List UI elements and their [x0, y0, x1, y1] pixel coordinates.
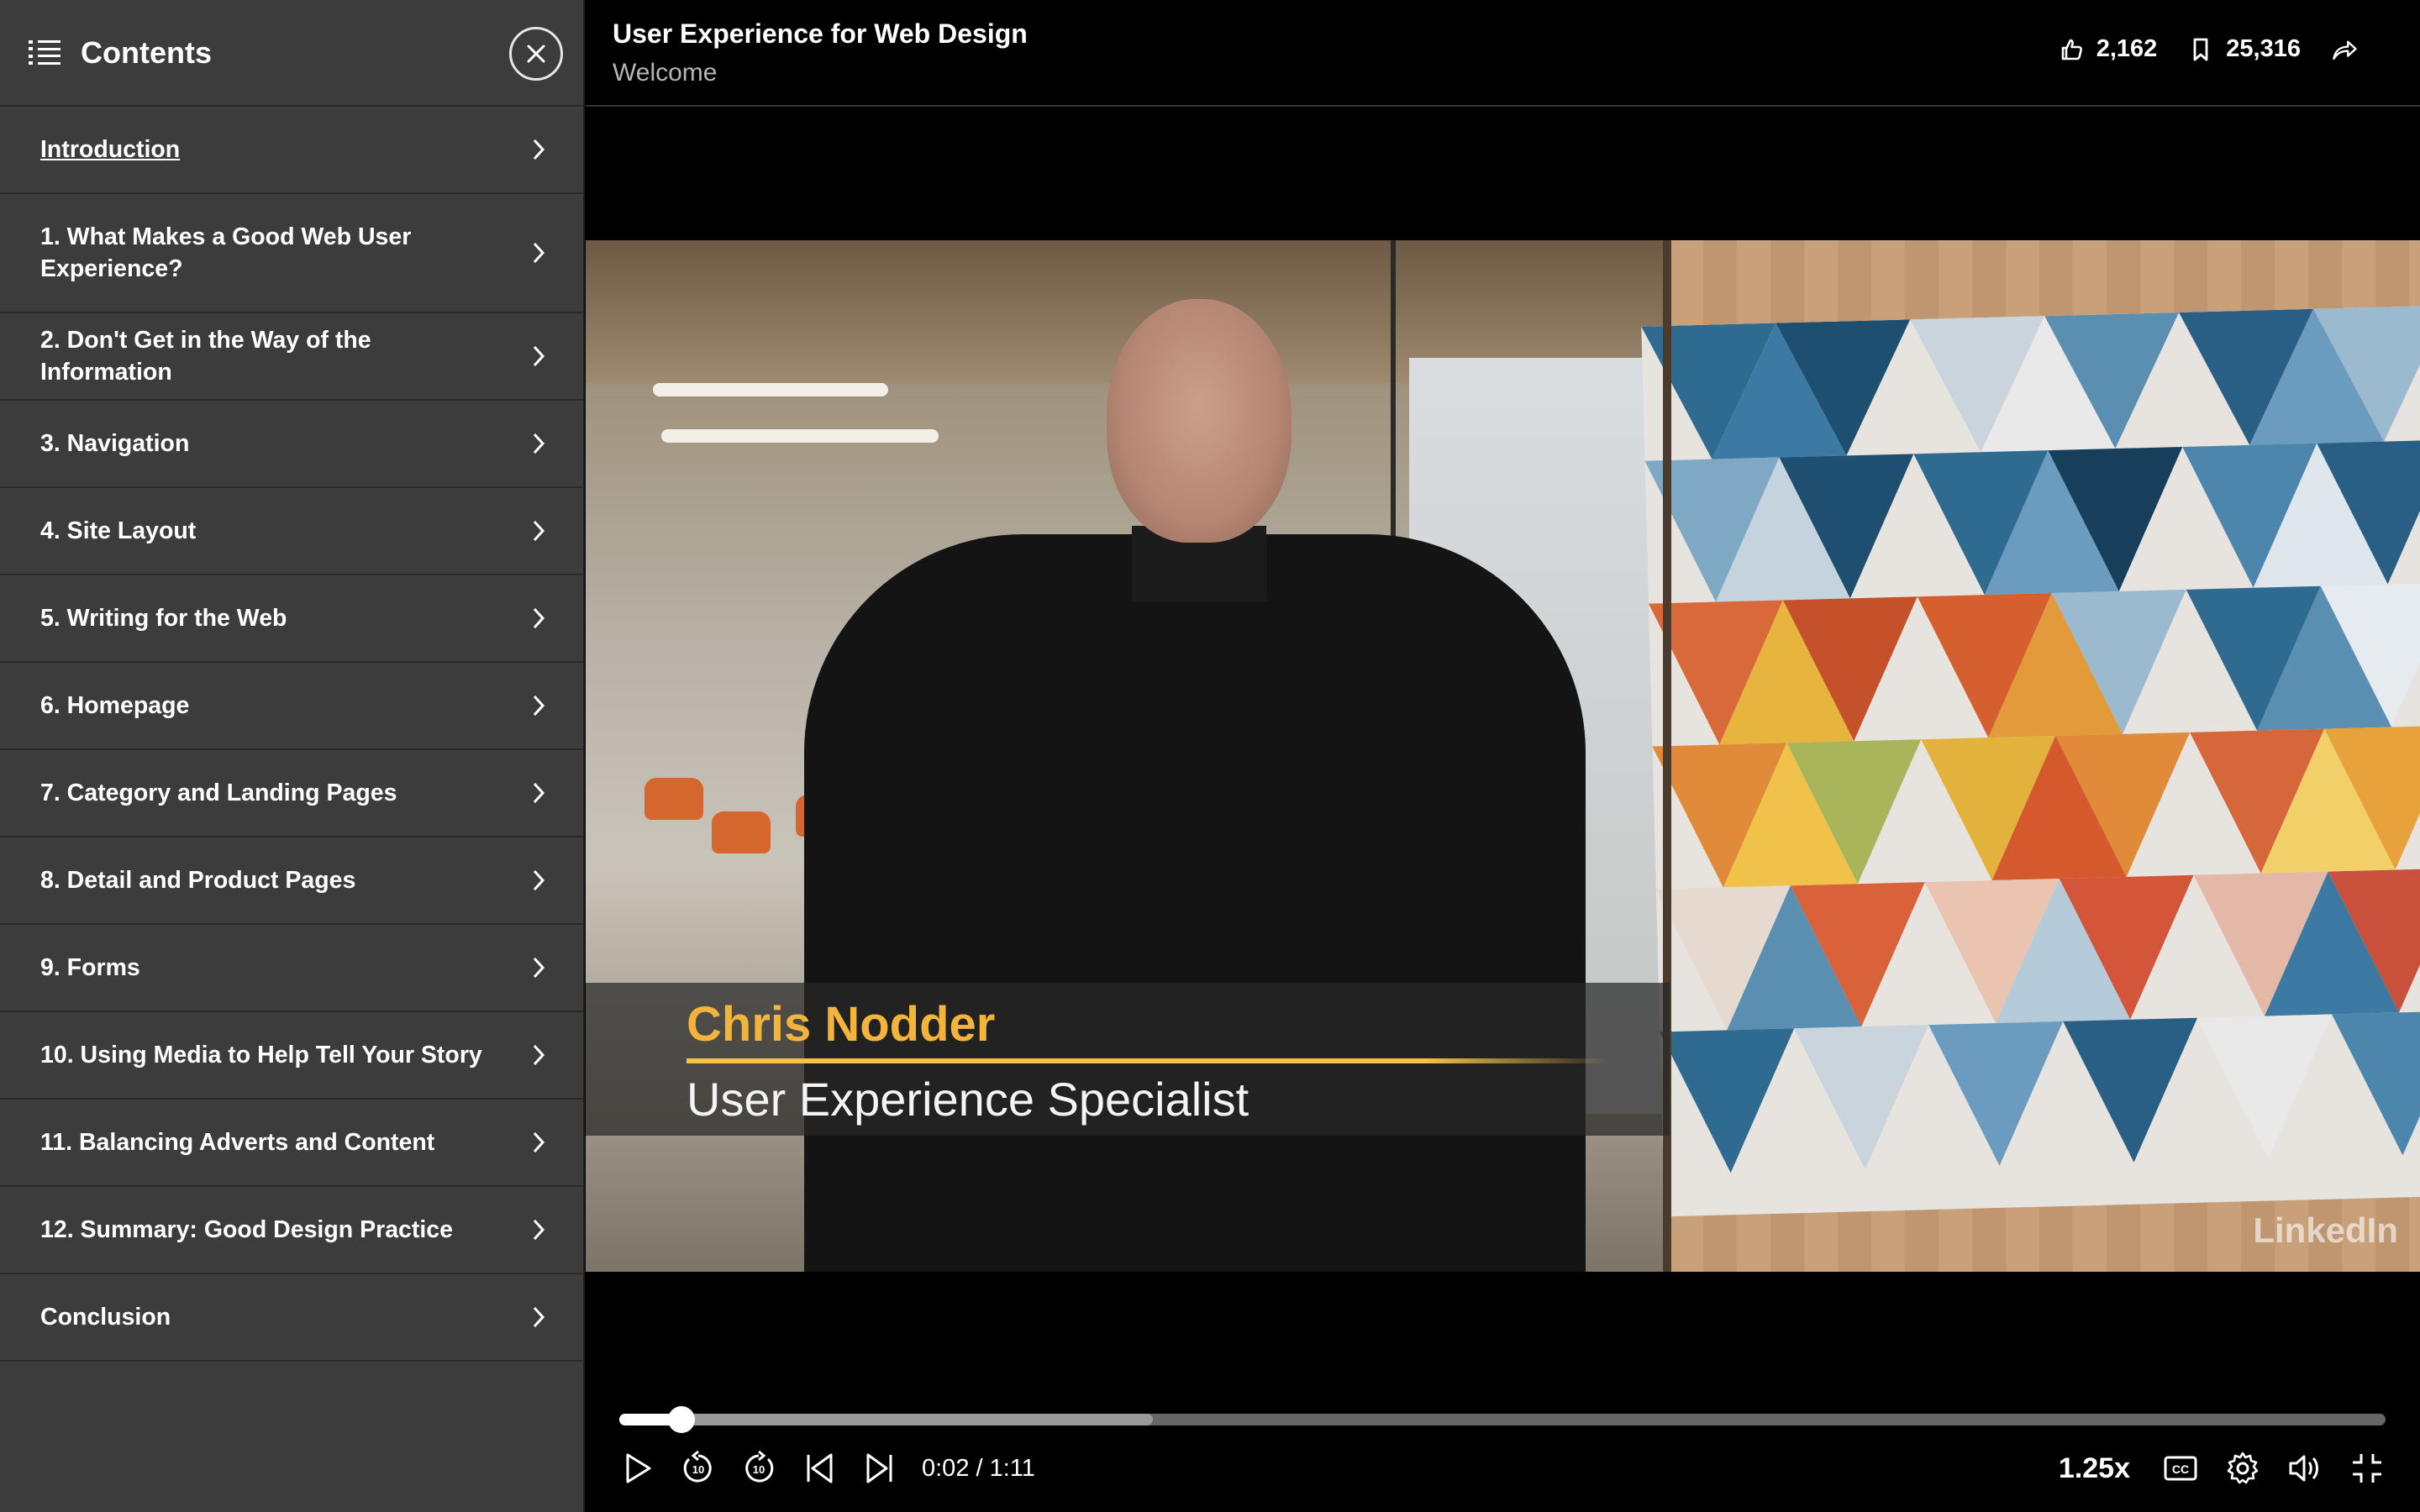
rewind-10-icon: 10: [683, 1451, 712, 1483]
previous-video-button[interactable]: [801, 1450, 838, 1487]
chevron-right-icon: [533, 520, 545, 542]
toc-item-label: 4. Site Layout: [40, 517, 197, 544]
sidebar-header: Contents: [0, 0, 583, 107]
toc-item-label: 9. Forms: [40, 954, 140, 981]
toc-item-chapter-11[interactable]: 11. Balancing Adverts and Content: [0, 1100, 583, 1187]
player-controls: 10 10 0:02 / 1:11 1.25x CC: [619, 1446, 2386, 1490]
chevron-right-icon: [533, 782, 545, 804]
toc-item-chapter-6[interactable]: 6. Homepage: [0, 663, 583, 750]
chevron-right-icon: [533, 957, 545, 979]
toc-item-chapter-12[interactable]: 12. Summary: Good Design Practice: [0, 1187, 583, 1274]
presenter-name: Chris Nodder: [687, 997, 996, 1052]
toc-item-chapter-5[interactable]: 5. Writing for the Web: [0, 575, 583, 663]
toc-item-introduction[interactable]: Introduction: [0, 107, 583, 194]
like-count: 2,162: [2096, 35, 2158, 62]
toc-item-label: Conclusion: [40, 1304, 171, 1331]
toc-item-chapter-1[interactable]: 1. What Makes a Good Web User Experience…: [0, 194, 583, 313]
seek-handle[interactable]: [667, 1406, 695, 1433]
toc-item-chapter-10[interactable]: 10. Using Media to Help Tell Your Story: [0, 1012, 583, 1100]
chevron-right-icon: [533, 139, 545, 160]
toc-item-label: 2. Don't Get in the Way of the Informati…: [40, 327, 371, 386]
play-button[interactable]: [619, 1450, 656, 1487]
chevron-right-icon: [533, 869, 545, 891]
svg-text:10: 10: [753, 1463, 765, 1476]
geometric-artwork: [1641, 305, 2420, 1217]
seek-bar[interactable]: [619, 1406, 2386, 1433]
list-icon: [29, 39, 60, 66]
exit-fullscreen-button[interactable]: [2349, 1450, 2386, 1487]
rewind-10-button[interactable]: 10: [680, 1450, 717, 1487]
chevron-right-icon: [533, 1219, 545, 1241]
presenter: [804, 534, 1586, 1272]
volume-icon: [2289, 1455, 2318, 1482]
next-video-button[interactable]: [861, 1450, 898, 1487]
toc-item-chapter-9[interactable]: 9. Forms: [0, 925, 583, 1012]
toc-item-chapter-3[interactable]: 3. Navigation: [0, 401, 583, 488]
time-display: 0:02 / 1:11: [922, 1454, 1035, 1482]
svg-text:10: 10: [692, 1463, 704, 1476]
play-icon: [626, 1453, 651, 1483]
chevron-right-icon: [533, 1044, 545, 1066]
thumbs-up-icon: [2061, 39, 2082, 60]
svg-text:CC: CC: [2172, 1462, 2189, 1476]
toc-item-label: 10. Using Media to Help Tell Your Story: [40, 1042, 482, 1068]
sidebar-title: Contents: [81, 34, 212, 70]
chevron-right-icon: [533, 345, 545, 367]
toc-item-label: Introduction: [40, 136, 181, 163]
player-header: User Experience for Web Design Welcome 2…: [586, 0, 2420, 107]
captions-button[interactable]: CC: [2162, 1450, 2199, 1487]
gear-icon: [2227, 1452, 2259, 1484]
chevron-right-icon: [533, 433, 545, 454]
close-icon: [527, 45, 545, 63]
player-right-controls: 1.25x CC: [2059, 1450, 2386, 1487]
video-player: User Experience for Web Design Welcome 2…: [586, 0, 2420, 1512]
chevron-right-icon: [533, 695, 545, 717]
toc-item-label: 6. Homepage: [40, 692, 190, 719]
toc-item-chapter-2[interactable]: 2. Don't Get in the Way of the Informati…: [0, 313, 583, 401]
chevron-right-icon: [533, 242, 545, 264]
course-title[interactable]: User Experience for Web Design: [613, 18, 1028, 50]
close-sidebar-button[interactable]: [509, 27, 563, 81]
closed-captions-icon: CC: [2164, 1456, 2197, 1481]
like-button[interactable]: 2,162: [2058, 35, 2158, 63]
playback-speed-button[interactable]: 1.25x: [2059, 1452, 2130, 1485]
toc-item-chapter-4[interactable]: 4. Site Layout: [0, 488, 583, 575]
presenter-role: User Experience Specialist: [687, 1073, 1249, 1126]
chevron-right-icon: [533, 1306, 545, 1328]
exit-fullscreen-icon: [2353, 1454, 2381, 1483]
lower-third-accent-line: [687, 1058, 1611, 1063]
settings-button[interactable]: [2224, 1450, 2261, 1487]
chevron-right-icon: [533, 1131, 545, 1153]
buffered-bar: [619, 1414, 1153, 1425]
toc-item-label: 3. Navigation: [40, 430, 190, 457]
forward-10-icon: 10: [745, 1451, 774, 1483]
header-actions: 2,162 25,316: [2028, 35, 2370, 63]
skip-previous-icon: [807, 1453, 833, 1483]
toc-item-label: 11. Balancing Adverts and Content: [40, 1129, 435, 1156]
toc-item-label: 7. Category and Landing Pages: [40, 780, 397, 806]
toc-item-chapter-8[interactable]: 8. Detail and Product Pages: [0, 837, 583, 925]
volume-button[interactable]: [2286, 1450, 2323, 1487]
toc-item-label: 1. What Makes a Good Web User Experience…: [40, 223, 412, 282]
chevron-right-icon: [533, 607, 545, 629]
toc-item-label: 8. Detail and Product Pages: [40, 867, 356, 894]
save-count: 25,316: [2226, 35, 2301, 62]
toc-item-label: 12. Summary: Good Design Practice: [40, 1216, 453, 1243]
share-icon[interactable]: [2331, 36, 2358, 63]
contents-sidebar: Contents Introduction 1. What Makes a Go…: [0, 0, 585, 1512]
video-frame[interactable]: Chris Nodder User Experience Specialist …: [586, 240, 2420, 1272]
presenter-head: [1107, 299, 1292, 543]
save-button[interactable]: 25,316: [2187, 35, 2301, 63]
toc-item-label: 5. Writing for the Web: [40, 605, 287, 632]
bookmark-icon: [2193, 38, 2208, 60]
toc-item-conclusion[interactable]: Conclusion: [0, 1274, 583, 1362]
toc-item-chapter-7[interactable]: 7. Category and Landing Pages: [0, 750, 583, 837]
chapter-title: Welcome: [613, 59, 718, 87]
skip-next-icon: [866, 1453, 892, 1483]
forward-10-button[interactable]: 10: [740, 1450, 777, 1487]
linkedin-watermark: LinkedIn: [2253, 1210, 2398, 1250]
